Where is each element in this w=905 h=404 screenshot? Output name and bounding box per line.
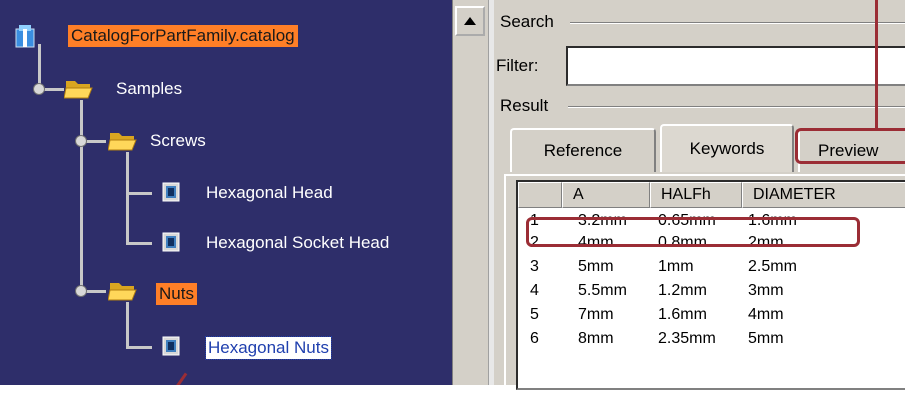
search-group-label: Search [500,12,554,31]
tab-reference-label: Reference [543,141,623,160]
tree-item-hexagonal-nuts[interactable]: Hexagonal Nuts [205,336,332,360]
cell-a: 8mm [578,330,614,347]
row-index: 5 [530,306,539,323]
cell-a: 5.5mm [578,282,627,299]
tree-item-samples[interactable]: Samples [116,78,182,100]
search-group-line [570,22,905,24]
part-family-icon [162,182,180,202]
cell-diameter: 2.5mm [748,258,797,275]
filter-input[interactable] [566,46,905,86]
row-index: 6 [530,330,539,347]
tree-item-screws[interactable]: Screws [150,130,206,152]
annotation-highlight-row-1 [526,217,860,247]
cell-diameter: 4mm [748,306,784,323]
column-header-a[interactable]: A [562,182,650,208]
table-row[interactable]: 5 7mm 1.6mm 4mm [518,304,905,328]
tree-connector [126,242,152,245]
table-row[interactable]: 3 5mm 1mm 2.5mm [518,256,905,280]
row-index: 4 [530,282,539,299]
part-family-icon [162,232,180,252]
annotation-arrow-line [875,0,878,128]
cell-halfh: 1mm [658,258,694,275]
folder-open-icon [108,133,137,151]
filter-label: Filter: [496,56,539,75]
table-row[interactable]: 6 8mm 2.35mm 5mm [518,328,905,352]
table-row[interactable]: 4 5.5mm 1.2mm 3mm [518,280,905,304]
folder-open-icon [108,283,137,301]
catalog-search-panel: Search Filter: Result Reference Keywords… [494,0,905,404]
annotation-highlight-preview-tab [795,128,905,164]
tree-item-nuts[interactable]: Nuts [156,283,197,305]
catalog-tree: CatalogForPartFamily.catalog Samples Scr… [0,0,452,385]
tree-scrollbar[interactable] [452,0,488,385]
column-header-diameter[interactable]: DIAMETER [742,182,905,208]
cell-diameter: 3mm [748,282,784,299]
scroll-up-button[interactable] [455,6,485,36]
expand-node-samples[interactable] [33,83,45,95]
triangle-up-icon [464,17,476,25]
tree-root-label[interactable]: CatalogForPartFamily.catalog [68,25,298,47]
column-header-halfh[interactable]: HALFh [650,182,742,208]
part-family-icon [162,336,180,356]
cell-a: 7mm [578,306,614,323]
result-group-line [568,106,905,108]
tree-connector [126,192,152,195]
row-index: 3 [530,258,539,275]
cell-diameter: 5mm [748,330,784,347]
tree-connector [126,152,129,244]
tab-reference[interactable]: Reference [510,128,656,172]
cell-a: 5mm [578,258,614,275]
tree-connector [126,346,152,349]
cell-halfh: 1.2mm [658,282,707,299]
tab-keywords-label: Keywords [689,139,765,158]
tree-item-hexagonal-socket-head[interactable]: Hexagonal Socket Head [206,232,389,254]
result-group-label: Result [500,96,549,115]
expand-node-nuts[interactable] [75,285,87,297]
catalog-book-icon [15,25,35,48]
annotation-arrow [175,372,188,385]
tab-keywords[interactable]: Keywords [660,124,794,172]
cell-halfh: 2.35mm [658,330,716,347]
tree-connector [80,100,83,292]
cell-halfh: 1.6mm [658,306,707,323]
tree-item-hexagonal-head[interactable]: Hexagonal Head [206,182,333,204]
expand-node-screws[interactable] [75,135,87,147]
result-table[interactable]: A HALFh DIAMETER 1 3.2mm 0.65mm 1.6mm 2 … [516,180,905,390]
folder-open-icon [64,81,93,99]
tree-connector [126,302,129,348]
column-header-index[interactable] [518,182,562,208]
